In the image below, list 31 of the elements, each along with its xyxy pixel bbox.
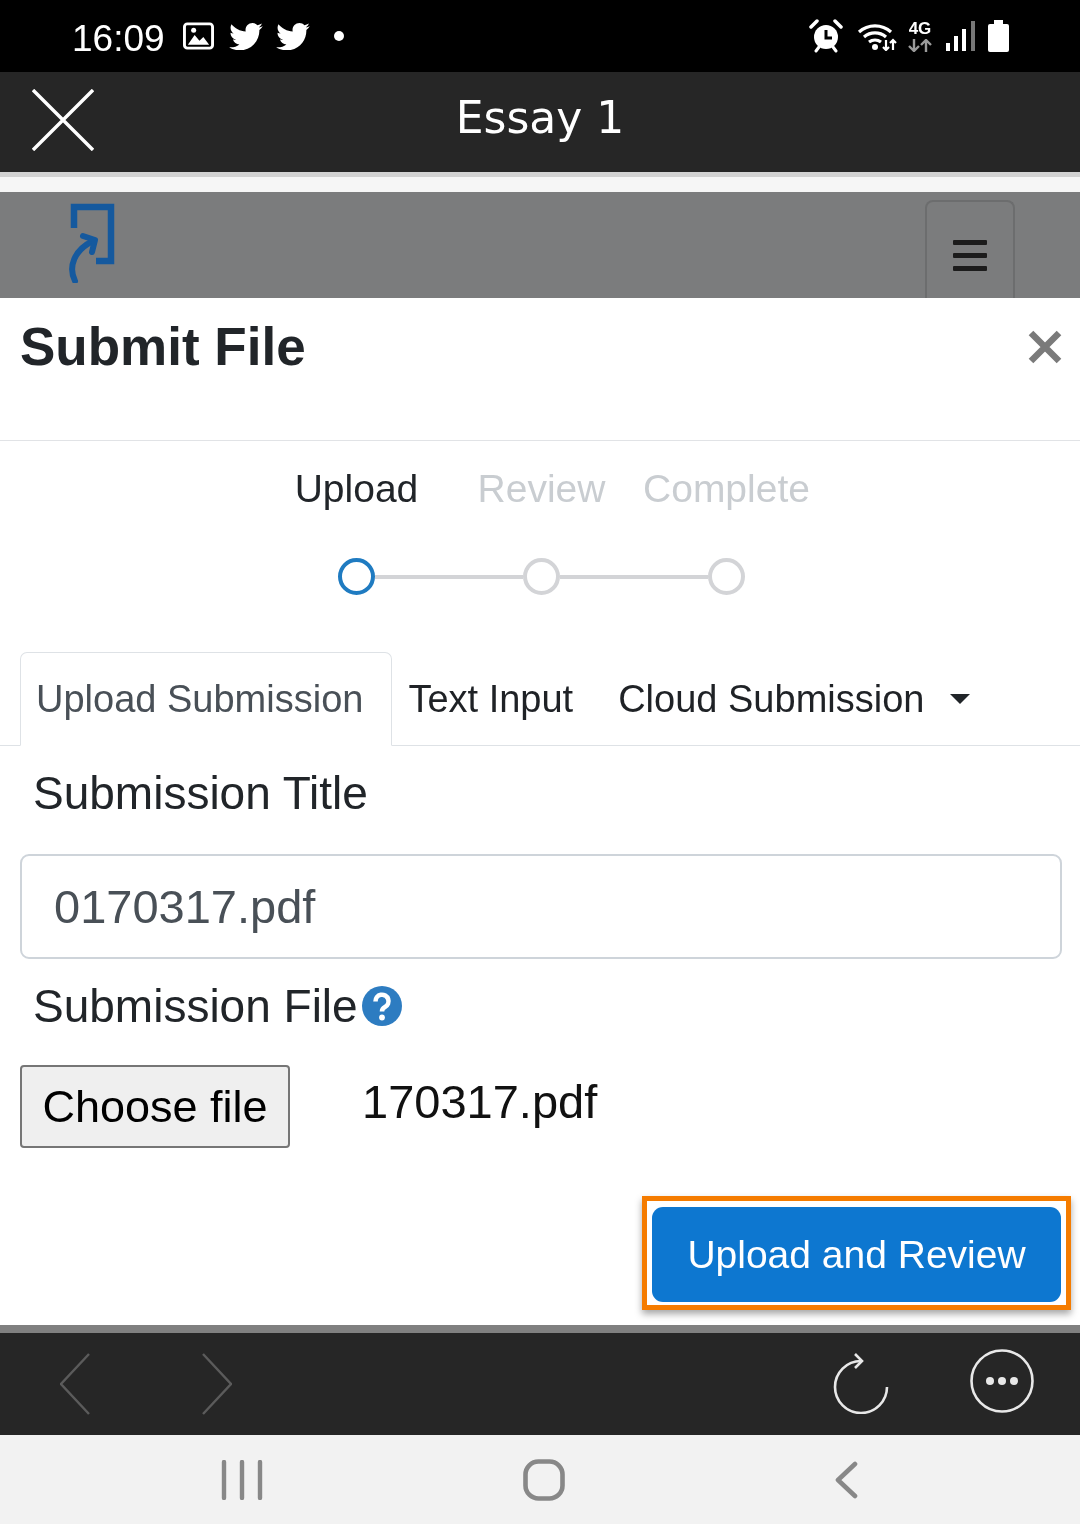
field-label: Submission Title [33,766,368,820]
tab[interactable]: Text Input [392,652,603,746]
signal-icon [946,21,975,51]
home-icon[interactable] [523,1458,565,1501]
status-time: 16:09 [72,17,165,61]
bird-icon [275,22,310,50]
data-arrows-icon [906,39,934,52]
back-icon[interactable] [834,1460,858,1499]
dialog-title: Submit File [20,316,307,378]
wifi-icon [857,21,897,51]
tab[interactable]: Cloud Submission [602,652,1000,746]
refresh-icon[interactable] [832,1352,890,1414]
tab[interactable]: Upload Submission [20,652,393,746]
step-label: Upload [293,466,420,512]
menu-icon [953,240,987,271]
battery-icon [988,20,1009,52]
bird-icon [228,22,263,50]
image-icon [182,22,214,50]
network-type: 4G [908,20,932,38]
field-label: Submission File [33,979,358,1033]
choose-file-button[interactable]: Choose file [20,1065,290,1148]
notification-dot-icon [333,31,344,41]
title-input[interactable]: 0170317.pdf [20,854,1062,959]
help-icon[interactable] [361,986,402,1026]
alarm-clock-icon [809,19,843,53]
app-title: Essay 1 [455,91,625,145]
upload-review-button[interactable]: Upload and Review [652,1207,1061,1302]
menu-button[interactable] [925,200,1015,298]
recents-icon[interactable] [220,1459,264,1500]
file-name: 170317.pdf [362,1074,598,1129]
more-icon[interactable] [970,1349,1034,1413]
